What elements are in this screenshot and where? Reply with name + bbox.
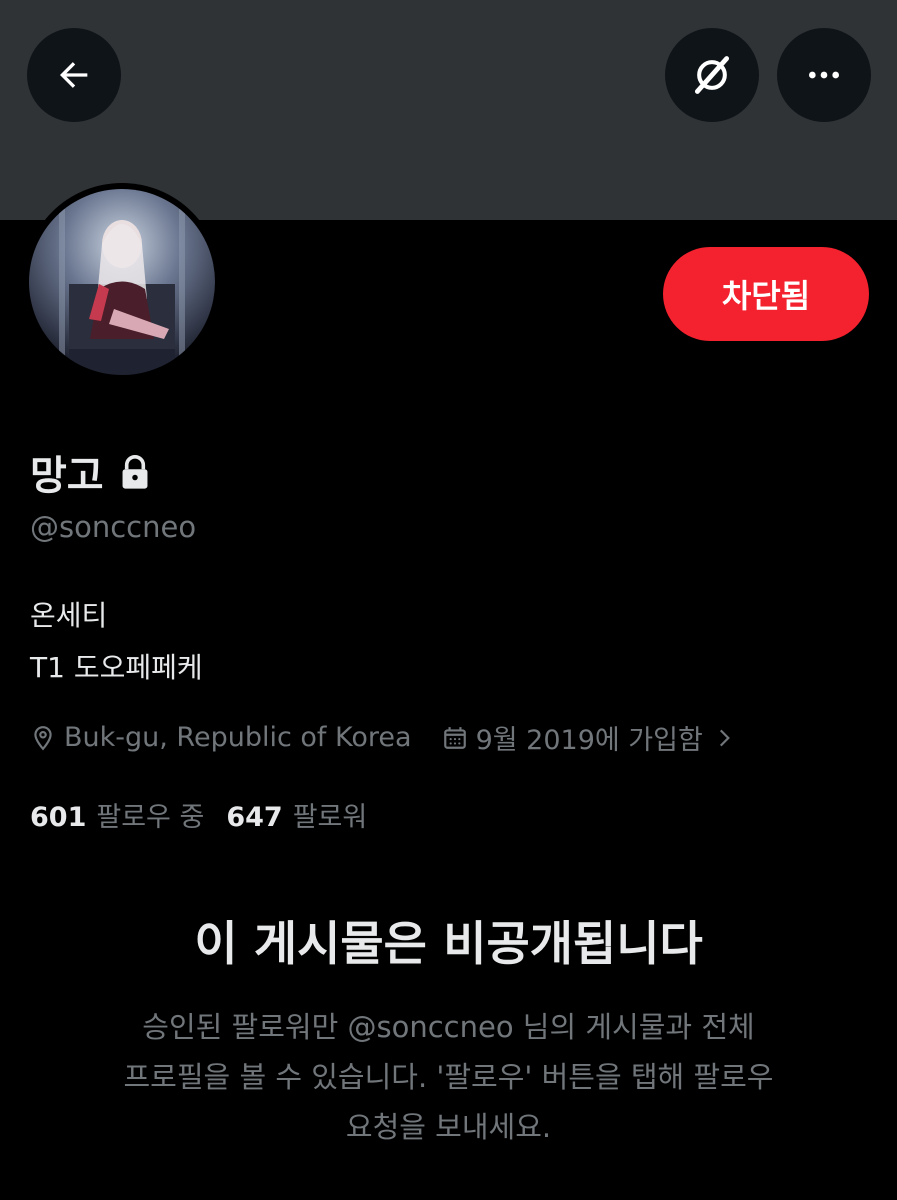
following-link[interactable]: 601 팔로우 중	[30, 795, 204, 834]
more-options-button[interactable]	[777, 28, 871, 122]
chevron-right-icon	[719, 729, 730, 746]
back-button[interactable]	[27, 28, 121, 122]
private-notice-line: 요청을 보내세요.	[345, 1110, 552, 1144]
more-horizontal-icon	[809, 71, 839, 79]
location-pin-icon	[34, 725, 52, 750]
private-notice-description: 승인된 팔로워만 @sonccneo 님의 게시물과 전체 프로필을 볼 수 있…	[60, 1002, 837, 1152]
display-name-row: 망고	[30, 443, 152, 501]
private-notice-line: 프로필을 볼 수 있습니다. '팔로우' 버튼을 탭해 팔로우	[123, 1060, 774, 1094]
user-handle: @sonccneo	[30, 510, 197, 544]
joined-text: 9월 2019에 가입함	[475, 725, 703, 756]
joined-item[interactable]: 9월 2019에 가입함	[442, 718, 737, 757]
bio-line: T1 도오페페케	[30, 651, 203, 684]
calendar-icon	[443, 726, 466, 749]
lock-icon	[122, 455, 148, 489]
following-label: 팔로우 중	[96, 802, 205, 833]
followers-label: 팔로워	[292, 802, 368, 833]
location-text: Buk-gu, Republic of Korea	[64, 722, 412, 753]
bio: 온세티 T1 도오페페케	[30, 590, 203, 694]
grok-button[interactable]	[665, 28, 759, 122]
following-count: 601	[30, 802, 87, 833]
followers-link[interactable]: 647 팔로워	[226, 795, 367, 834]
followers-count: 647	[226, 802, 283, 833]
avatar-border	[23, 183, 221, 381]
blocked-button[interactable]: 차단됨	[663, 247, 869, 341]
avatar[interactable]	[29, 189, 215, 375]
bio-line: 온세티	[30, 599, 108, 632]
follow-stats: 601 팔로우 중 647 팔로워	[30, 795, 367, 834]
location-item: Buk-gu, Republic of Korea	[30, 722, 412, 753]
display-name: 망고	[30, 453, 104, 499]
private-notice-title: 이 게시물은 비공개됩니다	[194, 917, 703, 972]
grok-icon	[694, 56, 730, 94]
arrow-left-icon	[60, 62, 88, 88]
private-notice-line: 승인된 팔로워만 @sonccneo 님의 게시물과 전체	[142, 1010, 755, 1044]
profile-meta: Buk-gu, Republic of Korea 9월 2019에 가입함	[30, 718, 737, 757]
